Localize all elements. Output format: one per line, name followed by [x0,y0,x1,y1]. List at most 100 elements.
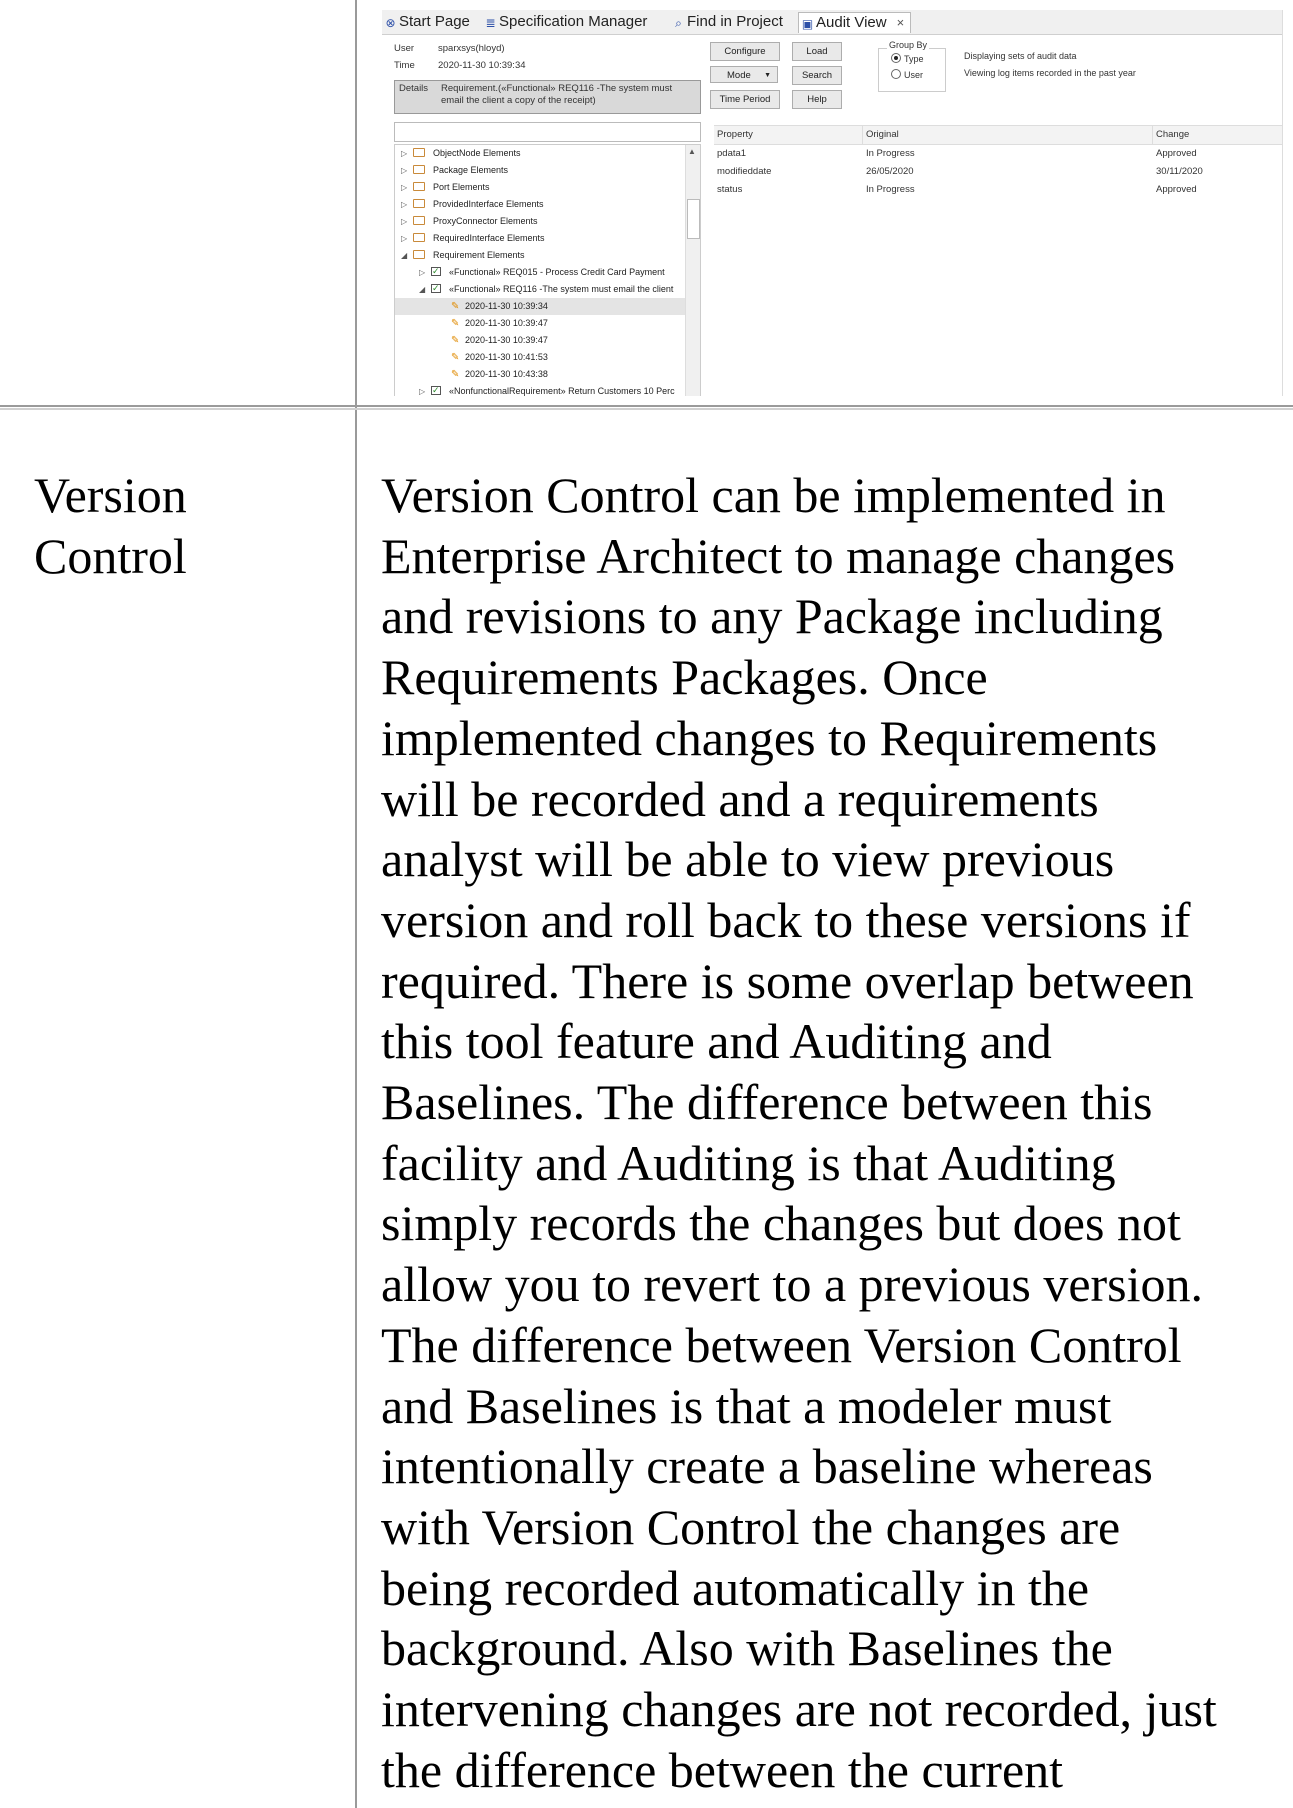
paragraph-line: version and roll back to these versions … [381,891,1191,948]
tab-start-page[interactable]: ⊗ Start Page [384,12,469,32]
tree-item[interactable]: ✎ 2020-11-30 10:39:34 [395,298,685,315]
paragraph-line: implemented changes to Requirements [381,709,1158,766]
status-message: Viewing log items recorded in the past y… [964,68,1136,78]
tree-item[interactable]: ▷ Package Elements [395,162,685,179]
tree-item[interactable]: ▷ RequiredInterface Elements [395,230,685,247]
expand-arrow-icon[interactable]: ▷ [401,145,413,162]
expand-arrow-icon[interactable]: ▷ [401,196,413,213]
tree-item[interactable]: ▷ «NonfunctionalRequirement» Return Custo… [395,382,685,396]
paragraph-line: intentionally create a baseline whereas [381,1438,1153,1495]
paragraph-line: facility and Auditing is that Auditing [381,1134,1116,1191]
tree-item[interactable]: ✎ 2020-11-30 10:43:38 [395,366,685,383]
cell-change: Approved [1156,184,1197,195]
dropdown-arrow-icon: ▼ [764,72,771,79]
grid-header: Property Original Change [714,125,1282,145]
column-header[interactable]: Change [1156,129,1189,140]
group-by-user-radio[interactable]: User [891,69,923,80]
column-header[interactable]: Original [866,129,899,140]
table-column-divider [355,0,357,1808]
cell-property: modifieddate [717,166,772,177]
time-period-button[interactable]: Time Period [710,90,780,109]
paragraph-line: Requirements Packages. Once [381,649,988,706]
tab-audit-view[interactable]: ▣ Audit View × [798,12,912,33]
load-button[interactable]: Load [792,42,842,61]
expand-arrow-icon[interactable]: ▷ [401,179,413,196]
audit-left-pane: User sparxsys(hloyd) Time 2020-11-30 10:39… [394,42,712,396]
expand-arrow-icon[interactable]: ▷ [401,213,413,230]
tab-specification-manager[interactable]: ≣ Specification Manager [484,12,647,32]
expand-arrow-icon[interactable]: ▷ [401,162,413,179]
folder-icon [413,182,425,191]
tree-item[interactable]: ✎ 2020-11-30 10:39:47 [395,315,685,332]
tree-item[interactable]: ▷ ProvidedInterface Elements [395,196,685,213]
mode-dropdown[interactable]: Mode ▼ [710,66,778,83]
pencil-icon: ✎ [451,318,460,329]
close-icon[interactable]: × [897,15,905,30]
tree-item[interactable]: ◢ Requirement Elements [395,247,685,264]
details-label: Details [399,83,429,94]
expand-arrow-icon[interactable]: ◢ [419,281,431,298]
paragraph-line: allow you to revert to a previous versio… [381,1256,1204,1313]
group-by-title: Group By [887,40,930,50]
tree-item-label: ProvidedInterface Elements [433,199,544,209]
paragraph-line: will be recorded and a requirements [381,770,1099,827]
tab-bar: ⊗ Start Page ≣ Specification Manager ⌕ Find… [382,10,1282,35]
table-row[interactable]: modifieddate 26/05/2020 30/11/2020 [714,163,1282,181]
group-by-type-radio[interactable]: Type [891,53,924,64]
tree-item[interactable]: ▷ ProxyConnector Elements [395,213,685,230]
pencil-icon: ✎ [451,301,460,312]
scroll-up-icon[interactable]: ▲ [688,147,696,156]
tree-item[interactable]: ✎ 2020-11-30 10:41:53 [395,349,685,366]
audit-view-screenshot: ⊗ Start Page ≣ Specification Manager ⌕ Find… [382,10,1283,396]
row-label: Version Control [34,467,187,584]
tab-label: Find in Project [687,13,783,30]
expand-arrow-icon[interactable]: ◢ [401,247,413,264]
paragraph-line: simply records the changes but does not [381,1195,1181,1252]
paragraph-line: the difference between the current [381,1741,1064,1798]
radio-selected-icon [891,53,901,63]
user-value: sparxsys(hloyd) [438,43,505,54]
tree-item[interactable]: ▷ «Functional» REQ015 - Process Credit Ca… [395,263,685,281]
help-button[interactable]: Help [792,90,842,109]
tree-item-label: «Functional» REQ015 - Process Credit Car… [449,267,665,277]
radio-label: Type [904,54,924,64]
tab-label: Audit View [816,14,887,31]
pencil-icon: ✎ [451,352,460,363]
table-row[interactable]: pdata1 In Progress Approved [714,145,1282,163]
expand-arrow-icon[interactable]: ▷ [419,383,431,396]
tab-find-in-project[interactable]: ⌕ Find in Project [672,12,783,32]
tree-item-label: 2020-11-30 10:39:47 [465,318,548,328]
paragraph-line: and revisions to any Package including [381,588,1163,645]
paragraph-line: with Version Control the changes are [381,1498,1121,1555]
tree-item-label: «NonfunctionalRequirement» Return Custom… [449,386,675,396]
tree-item[interactable]: ✎ 2020-11-30 10:39:47 [395,332,685,349]
tree-filter-input[interactable] [394,122,701,142]
cell-change: 30/11/2020 [1156,166,1203,177]
tree-scrollbar[interactable]: ▲ [685,145,700,396]
tree-item-label: ProxyConnector Elements [433,216,538,226]
scroll-thumb[interactable] [687,199,700,239]
paragraph-line: required. There is some overlap between [381,952,1194,1009]
search-button[interactable]: Search [792,66,842,85]
tree-item[interactable]: ◢ «Functional» REQ116 -The system must em… [395,280,685,298]
tree-item-label: 2020-11-30 10:39:47 [465,335,548,345]
details-box: Details Requirement.(«Functional» REQ116… [394,80,701,114]
configure-button[interactable]: Configure [710,42,780,61]
audit-tree[interactable]: ▲ ▷ ObjectNode Elements ▷ Package Elements ▷… [394,144,701,396]
table-row[interactable]: status In Progress Approved [714,181,1282,199]
tree-item[interactable]: ▷ Port Elements [395,179,685,196]
expand-arrow-icon[interactable]: ▷ [419,264,431,281]
folder-icon [413,165,425,174]
requirement-icon [431,382,441,396]
pencil-icon: ✎ [451,335,460,346]
pencil-icon: ✎ [451,369,460,380]
column-header[interactable]: Property [717,129,753,140]
expand-arrow-icon[interactable]: ▷ [401,230,413,247]
tree-item[interactable]: ▷ ObjectNode Elements [395,145,685,162]
time-row: Time 2020-11-30 10:39:34 [394,59,526,73]
folder-icon [413,148,425,157]
paragraph-line: intervening changes are not recorded, ju… [381,1681,1217,1738]
tree-item-label: 2020-11-30 10:39:34 [465,301,548,311]
audit-view-icon: ▣ [801,17,814,31]
tree-item-label: Requirement Elements [433,250,525,260]
